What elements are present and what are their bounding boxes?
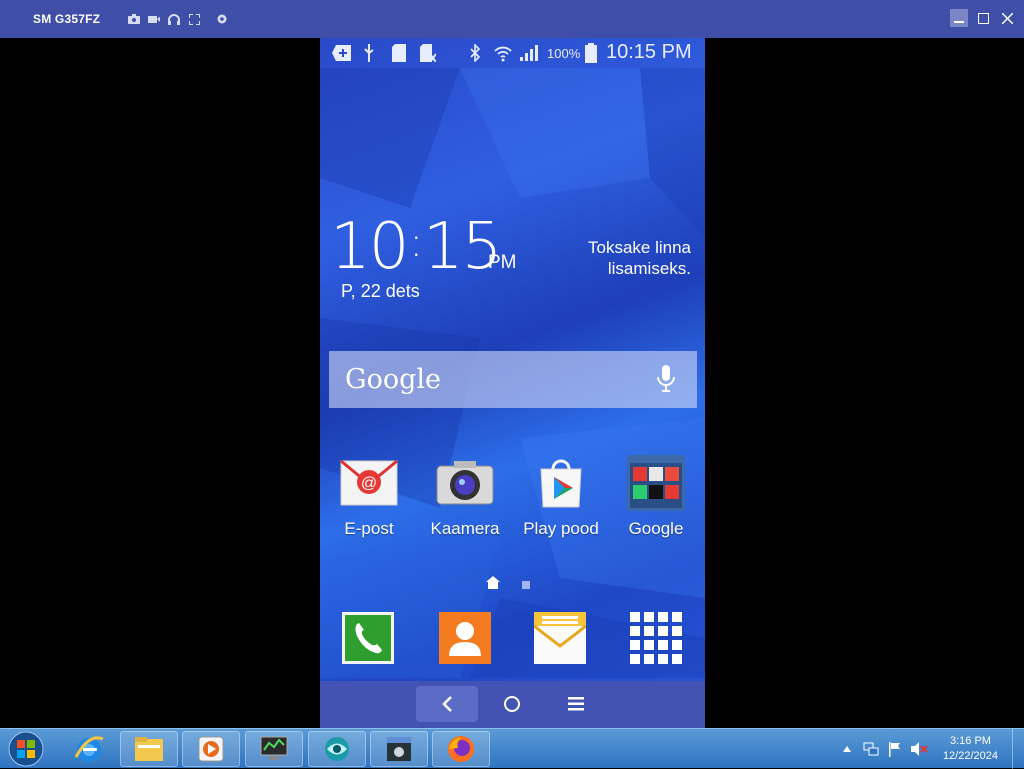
maximize-icon[interactable]	[974, 9, 992, 27]
fullscreen-icon[interactable]	[188, 13, 200, 25]
weather-prompt[interactable]: Toksake linna lisamiseks.	[531, 237, 691, 279]
app-label: Kaamera	[430, 519, 500, 538]
video-icon[interactable]	[148, 13, 161, 25]
app-label: Google	[628, 519, 684, 538]
app-google-folder[interactable]: Google	[608, 455, 704, 539]
start-icon[interactable]	[6, 731, 46, 767]
toolbar	[128, 13, 228, 25]
taskbar-date: 12/22/2024	[942, 750, 998, 762]
sd-card-icon	[392, 44, 406, 62]
google-logo: Google	[345, 364, 441, 395]
status-bar: 100% 10:15 PM	[320, 38, 705, 68]
widget-ampm: PM	[488, 252, 517, 273]
app-camera[interactable]: Kaamera	[417, 457, 513, 539]
play-store-icon	[532, 457, 590, 509]
volume-muted-icon[interactable]	[909, 739, 929, 759]
navigation-bar	[320, 681, 705, 728]
signal-icon	[520, 44, 539, 62]
internet-explorer-icon[interactable]	[60, 731, 118, 767]
window-controls	[950, 9, 1016, 27]
apps-grid-icon[interactable]	[630, 612, 682, 664]
taskbar-time: 3:16 PM	[949, 735, 991, 747]
menu-icon[interactable]	[545, 686, 607, 722]
media-player-icon[interactable]	[182, 731, 240, 767]
wifi-icon	[494, 44, 512, 62]
back-icon[interactable]	[416, 686, 478, 722]
sim-card-icon	[420, 44, 436, 62]
phone-screen[interactable]: 100% 10:15 PM 10:15 PM P, 22 dets Toksak…	[320, 38, 705, 728]
camera-app-icon	[436, 457, 494, 509]
battery-icon	[585, 43, 597, 63]
usb-icon	[363, 44, 375, 62]
home-icon[interactable]	[481, 686, 543, 722]
app-label: E-post	[344, 519, 394, 538]
widget-hours: 10	[330, 210, 409, 284]
svg-text:@: @	[361, 475, 377, 492]
file-explorer-icon[interactable]	[120, 731, 178, 767]
contacts-icon[interactable]	[439, 612, 491, 664]
minimize-icon[interactable]	[950, 9, 968, 27]
device-title: SM G357FZ	[33, 12, 101, 26]
settings-icon[interactable]	[216, 13, 228, 25]
taskbar-clock[interactable]: 3:16 PM 12/22/2024	[943, 734, 998, 764]
status-time: 10:15 PM	[606, 41, 692, 63]
app-email[interactable]: @ E-post	[321, 457, 417, 539]
firefox-icon[interactable]	[432, 731, 490, 767]
camera-icon[interactable]	[128, 13, 141, 25]
page-dot[interactable]	[522, 581, 530, 589]
show-hidden-icon[interactable]	[837, 739, 857, 759]
widget-time: 10:15	[330, 210, 502, 284]
app-label: Play pood	[523, 519, 599, 538]
weather-line-1: Toksake linna	[587, 238, 691, 257]
taskbar: 3:16 PM 12/22/2024	[0, 728, 1024, 769]
network-monitor-icon[interactable]	[245, 731, 303, 767]
messages-icon[interactable]	[534, 612, 586, 664]
screen-mirror-icon[interactable]	[308, 731, 366, 767]
network-icon[interactable]	[861, 739, 881, 759]
phone-icon[interactable]	[342, 612, 394, 664]
battery-percent: 100%	[547, 46, 581, 61]
widget-date: P, 22 dets	[341, 281, 420, 301]
bluetooth-icon	[470, 44, 480, 62]
google-search-bar[interactable]: Google	[329, 351, 697, 408]
system-tray: 3:16 PM 12/22/2024	[837, 729, 1024, 769]
show-desktop-button[interactable]	[1012, 729, 1024, 769]
add-icon	[332, 44, 351, 62]
page-indicator	[486, 576, 530, 594]
app-window-icon[interactable]	[370, 731, 428, 767]
weather-line-2: lisamiseks.	[607, 259, 691, 278]
google-folder-icon	[627, 455, 685, 511]
home-page-icon[interactable]	[486, 576, 500, 594]
flag-icon[interactable]	[885, 739, 905, 759]
headphones-icon[interactable]	[168, 13, 181, 25]
app-play-store[interactable]: Play pood	[513, 457, 609, 539]
mic-icon[interactable]	[657, 365, 675, 398]
clock-separator: :	[409, 220, 423, 266]
title-bar: SM G357FZ	[0, 0, 1024, 38]
close-icon[interactable]	[998, 9, 1016, 27]
email-icon: @	[340, 457, 398, 509]
